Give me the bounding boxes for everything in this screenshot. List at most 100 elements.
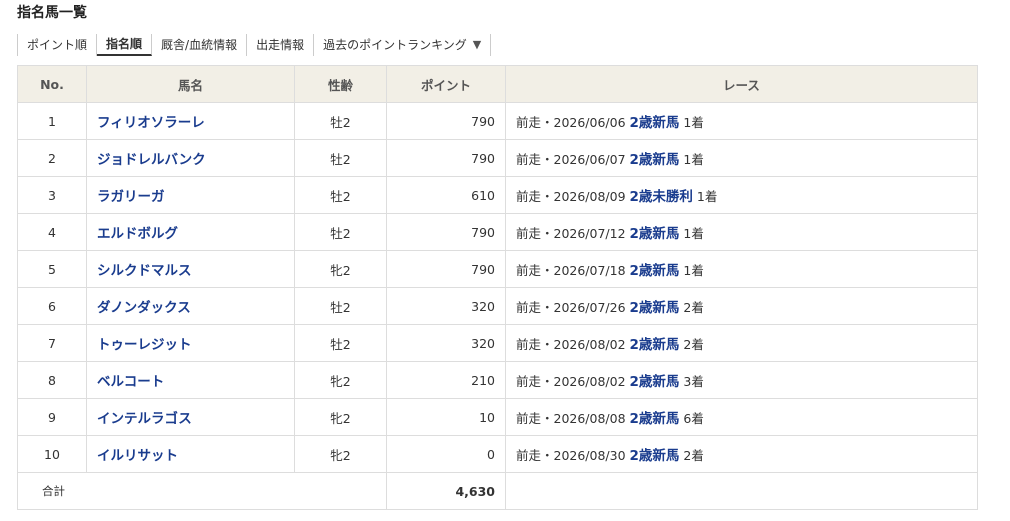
horse-points: 320: [386, 324, 506, 362]
tab-points-order[interactable]: ポイント順: [18, 34, 98, 56]
race-name-link[interactable]: 2歳新馬: [630, 448, 680, 464]
race-prefix: 前走・2026/08/08: [516, 411, 626, 426]
horse-sex-age: 牡2: [294, 176, 387, 214]
tab-label: 指名順: [106, 37, 143, 51]
horse-points: 10: [386, 398, 506, 436]
header-sex-age: 性齢: [294, 65, 387, 103]
race-name-link[interactable]: 2歳新馬: [630, 226, 680, 242]
horse-name-link[interactable]: ダノンダックス: [97, 300, 191, 316]
race-finish: 2着: [683, 448, 704, 463]
race-prefix: 前走・2026/08/02: [516, 337, 626, 352]
horse-sex-age: 牝2: [294, 435, 387, 473]
horse-name-link[interactable]: シルクドマルス: [97, 263, 192, 279]
header-no: No.: [17, 65, 87, 103]
horse-name-link[interactable]: ベルコート: [97, 374, 164, 390]
horse-sex-age: 牝2: [294, 361, 387, 399]
horse-sex-age: 牡2: [294, 287, 387, 325]
horse-name-link[interactable]: イルリサット: [97, 448, 178, 464]
horse-name-cell: ダノンダックス: [86, 287, 295, 325]
race-cell: 前走・2026/07/18 2歳新馬 1着: [505, 250, 978, 288]
tab-label: ポイント順: [27, 38, 88, 52]
table-row: 8 ベルコート 牝2 210 前走・2026/08/02 2歳新馬 3着: [17, 361, 978, 399]
horse-points: 0: [386, 435, 506, 473]
race-finish: 1着: [683, 115, 704, 130]
header-race: レース: [505, 65, 978, 103]
race-cell: 前走・2026/07/12 2歳新馬 1着: [505, 213, 978, 251]
horse-name-cell: インテルラゴス: [86, 398, 295, 436]
page-title: 指名馬一覧: [17, 5, 87, 21]
horse-no: 5: [17, 250, 87, 288]
race-prefix: 前走・2026/07/12: [516, 226, 626, 241]
table-row: 2 ジョドレルバンク 牡2 790 前走・2026/06/07 2歳新馬 1着: [17, 139, 978, 177]
horse-no: 3: [17, 176, 87, 214]
table-row: 5 シルクドマルス 牝2 790 前走・2026/07/18 2歳新馬 1着: [17, 250, 978, 288]
race-name-link[interactable]: 2歳新馬: [630, 152, 680, 168]
horse-name-link[interactable]: ジョドレルバンク: [97, 152, 206, 168]
horse-name-cell: ラガリーガ: [86, 176, 295, 214]
horse-name-cell: ベルコート: [86, 361, 295, 399]
race-name-link[interactable]: 2歳未勝利: [630, 189, 693, 205]
sort-tabs: ポイント順 指名順 厩舎/血統情報 出走情報 過去のポイントランキング ▼: [17, 34, 492, 56]
table-row: 6 ダノンダックス 牡2 320 前走・2026/07/26 2歳新馬 2着: [17, 287, 978, 325]
race-cell: 前走・2026/07/26 2歳新馬 2着: [505, 287, 978, 325]
race-prefix: 前走・2026/08/30: [516, 448, 626, 463]
total-race-empty: [505, 472, 978, 510]
caret-down-icon: ▼: [472, 38, 482, 51]
table-row: 4 エルドボルグ 牡2 790 前走・2026/07/12 2歳新馬 1着: [17, 213, 978, 251]
race-cell: 前走・2026/08/02 2歳新馬 3着: [505, 361, 978, 399]
race-name-link[interactable]: 2歳新馬: [630, 263, 680, 279]
tab-past-ranking-dropdown[interactable]: 過去のポイントランキング ▼: [314, 34, 492, 56]
tab-label: 出走情報: [256, 38, 305, 52]
horse-points: 790: [386, 213, 506, 251]
horse-name-link[interactable]: トゥーレジット: [97, 337, 192, 353]
horse-name-link[interactable]: フィリオソラーレ: [97, 115, 205, 131]
race-prefix: 前走・2026/07/26: [516, 300, 626, 315]
race-prefix: 前走・2026/07/18: [516, 263, 626, 278]
race-cell: 前走・2026/08/08 2歳新馬 6着: [505, 398, 978, 436]
horse-no: 9: [17, 398, 87, 436]
race-name-link[interactable]: 2歳新馬: [630, 374, 680, 390]
nominated-horses-table: No. 馬名 性齢 ポイント レース 1 フィリオソラーレ 牡2 790 前走・2026…: [17, 65, 978, 510]
table-row: 10 イルリサット 牝2 0 前走・2026/08/30 2歳新馬 2着: [17, 435, 978, 473]
horse-name-link[interactable]: インテルラゴス: [97, 411, 192, 427]
race-finish: 1着: [683, 152, 704, 167]
race-finish: 6着: [683, 411, 704, 426]
race-finish: 1着: [683, 226, 704, 241]
horse-points: 610: [386, 176, 506, 214]
horse-sex-age: 牡2: [294, 213, 387, 251]
race-finish: 2着: [683, 300, 704, 315]
horse-no: 1: [17, 102, 87, 140]
horse-no: 4: [17, 213, 87, 251]
horse-sex-age: 牡2: [294, 324, 387, 362]
race-name-link[interactable]: 2歳新馬: [630, 411, 680, 427]
table-row: 7 トゥーレジット 牡2 320 前走・2026/08/02 2歳新馬 2着: [17, 324, 978, 362]
horse-name-link[interactable]: エルドボルグ: [97, 226, 178, 242]
horse-name-cell: ジョドレルバンク: [86, 139, 295, 177]
horse-sex-age: 牡2: [294, 139, 387, 177]
race-name-link[interactable]: 2歳新馬: [630, 115, 680, 131]
tab-stable-pedigree[interactable]: 厩舎/血統情報: [152, 34, 248, 56]
horse-sex-age: 牝2: [294, 398, 387, 436]
race-cell: 前走・2026/08/09 2歳未勝利 1着: [505, 176, 978, 214]
horse-no: 8: [17, 361, 87, 399]
total-row: 合計 4,630: [17, 472, 978, 510]
race-cell: 前走・2026/06/06 2歳新馬 1着: [505, 102, 978, 140]
race-finish: 3着: [683, 374, 704, 389]
tab-race-entries[interactable]: 出走情報: [247, 34, 315, 56]
race-finish: 1着: [683, 263, 704, 278]
race-finish: 2着: [683, 337, 704, 352]
horse-sex-age: 牡2: [294, 102, 387, 140]
race-name-link[interactable]: 2歳新馬: [630, 337, 680, 353]
horse-sex-age: 牝2: [294, 250, 387, 288]
horse-name-link[interactable]: ラガリーガ: [97, 189, 165, 205]
horse-name-cell: イルリサット: [86, 435, 295, 473]
race-name-link[interactable]: 2歳新馬: [630, 300, 680, 316]
table-row: 3 ラガリーガ 牡2 610 前走・2026/08/09 2歳未勝利 1着: [17, 176, 978, 214]
horse-points: 790: [386, 250, 506, 288]
total-label: 合計: [17, 472, 387, 510]
tab-nomination-order[interactable]: 指名順: [97, 34, 153, 56]
horse-name-cell: シルクドマルス: [86, 250, 295, 288]
race-prefix: 前走・2026/06/07: [516, 152, 626, 167]
race-cell: 前走・2026/08/30 2歳新馬 2着: [505, 435, 978, 473]
race-cell: 前走・2026/06/07 2歳新馬 1着: [505, 139, 978, 177]
